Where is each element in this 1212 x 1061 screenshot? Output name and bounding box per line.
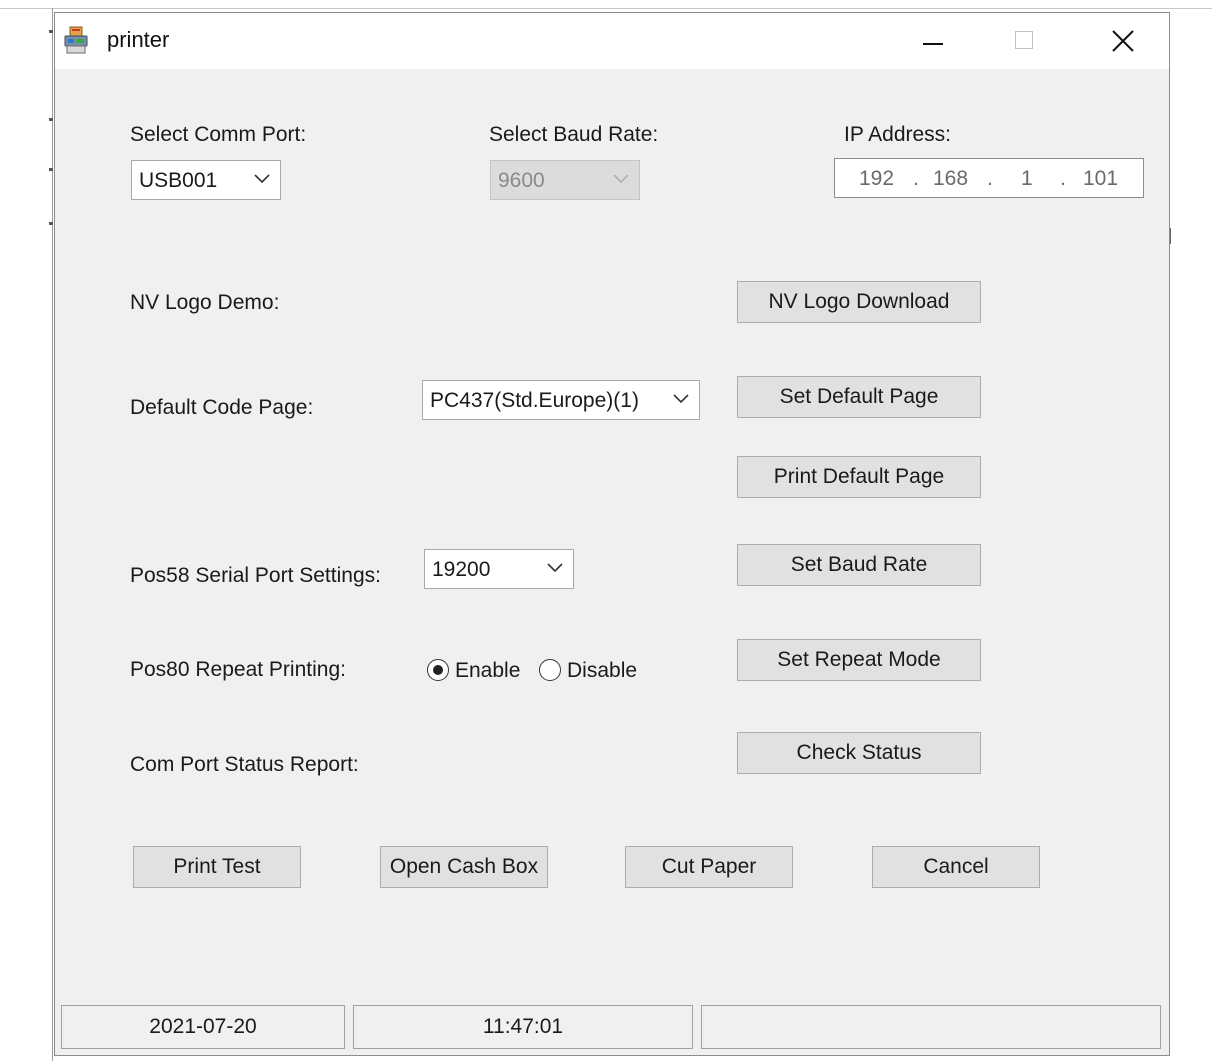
- ip-dot: .: [913, 167, 919, 190]
- disable-radio[interactable]: [539, 659, 561, 681]
- baud-rate-label: Select Baud Rate:: [489, 123, 659, 146]
- disable-radio-label[interactable]: Disable: [567, 659, 637, 683]
- minimize-button[interactable]: [901, 13, 965, 69]
- enable-radio-label[interactable]: Enable: [455, 659, 520, 683]
- set-baud-rate-button[interactable]: Set Baud Rate: [737, 544, 981, 586]
- desktop-top-edge: [0, 8, 1212, 9]
- baud-rate-value: 9600: [498, 169, 545, 192]
- baud-rate-select[interactable]: 9600: [490, 160, 640, 200]
- print-default-page-button[interactable]: Print Default Page: [737, 456, 981, 498]
- print-test-button[interactable]: Print Test: [133, 846, 301, 888]
- cut-paper-button[interactable]: Cut Paper: [625, 846, 793, 888]
- radio-selected-dot: [433, 665, 443, 675]
- nv-logo-download-button[interactable]: NV Logo Download: [737, 281, 981, 323]
- nv-logo-label: NV Logo Demo:: [130, 291, 280, 314]
- pos58-label: Pos58 Serial Port Settings:: [130, 564, 381, 587]
- minimize-icon: [923, 43, 943, 45]
- window-title: printer: [107, 27, 170, 52]
- maximize-button[interactable]: [995, 13, 1059, 69]
- chevron-down-icon: [673, 394, 689, 404]
- chevron-down-icon: [613, 174, 629, 184]
- pos80-label: Pos80 Repeat Printing:: [130, 658, 346, 681]
- ip-octet-2[interactable]: 168: [933, 167, 968, 191]
- ip-octet-4[interactable]: 101: [1083, 167, 1118, 191]
- printer-window: printer Select Comm Port: USB001 Select …: [54, 12, 1170, 1056]
- ip-octet-3[interactable]: 1: [1021, 167, 1033, 191]
- printer-app-icon: [63, 26, 89, 54]
- status-bar: 2021-07-20 11:47:01: [55, 1001, 1169, 1055]
- desktop-left-edge: [52, 8, 53, 1061]
- ip-dot: .: [987, 167, 993, 190]
- ip-address-field[interactable]: 192 . 168 . 1 . 101: [834, 158, 1144, 198]
- open-cash-box-button[interactable]: Open Cash Box: [380, 846, 548, 888]
- comm-port-label: Select Comm Port:: [130, 123, 307, 146]
- set-repeat-mode-button[interactable]: Set Repeat Mode: [737, 639, 981, 681]
- edge-mark: [49, 118, 53, 121]
- title-bar[interactable]: printer: [55, 13, 1169, 69]
- status-message: [701, 1005, 1161, 1049]
- pos58-baud-value: 19200: [432, 558, 491, 581]
- maximize-icon: [1015, 31, 1033, 49]
- code-page-label: Default Code Page:: [130, 396, 314, 419]
- close-icon: [1112, 30, 1134, 52]
- set-default-page-button[interactable]: Set Default Page: [737, 376, 981, 418]
- status-time: 11:47:01: [353, 1005, 693, 1049]
- edge-mark: [49, 30, 53, 33]
- status-date: 2021-07-20: [61, 1005, 345, 1049]
- chevron-down-icon: [254, 174, 270, 184]
- close-button[interactable]: [1091, 13, 1155, 69]
- pos58-baud-select[interactable]: 19200: [424, 549, 574, 589]
- comm-port-select[interactable]: USB001: [131, 160, 281, 200]
- status-report-label: Com Port Status Report:: [130, 753, 359, 776]
- comm-port-value: USB001: [139, 169, 218, 192]
- code-page-value: PC437(Std.Europe)(1): [430, 389, 639, 412]
- enable-radio[interactable]: [427, 659, 449, 681]
- edge-mark: [49, 222, 53, 225]
- check-status-button[interactable]: Check Status: [737, 732, 981, 774]
- ip-address-label: IP Address:: [844, 123, 952, 146]
- cancel-button[interactable]: Cancel: [872, 846, 1040, 888]
- code-page-select[interactable]: PC437(Std.Europe)(1): [422, 380, 700, 420]
- chevron-down-icon: [547, 563, 563, 573]
- edge-mark: [49, 168, 53, 171]
- ip-dot: .: [1060, 167, 1066, 190]
- ip-octet-1[interactable]: 192: [859, 167, 894, 191]
